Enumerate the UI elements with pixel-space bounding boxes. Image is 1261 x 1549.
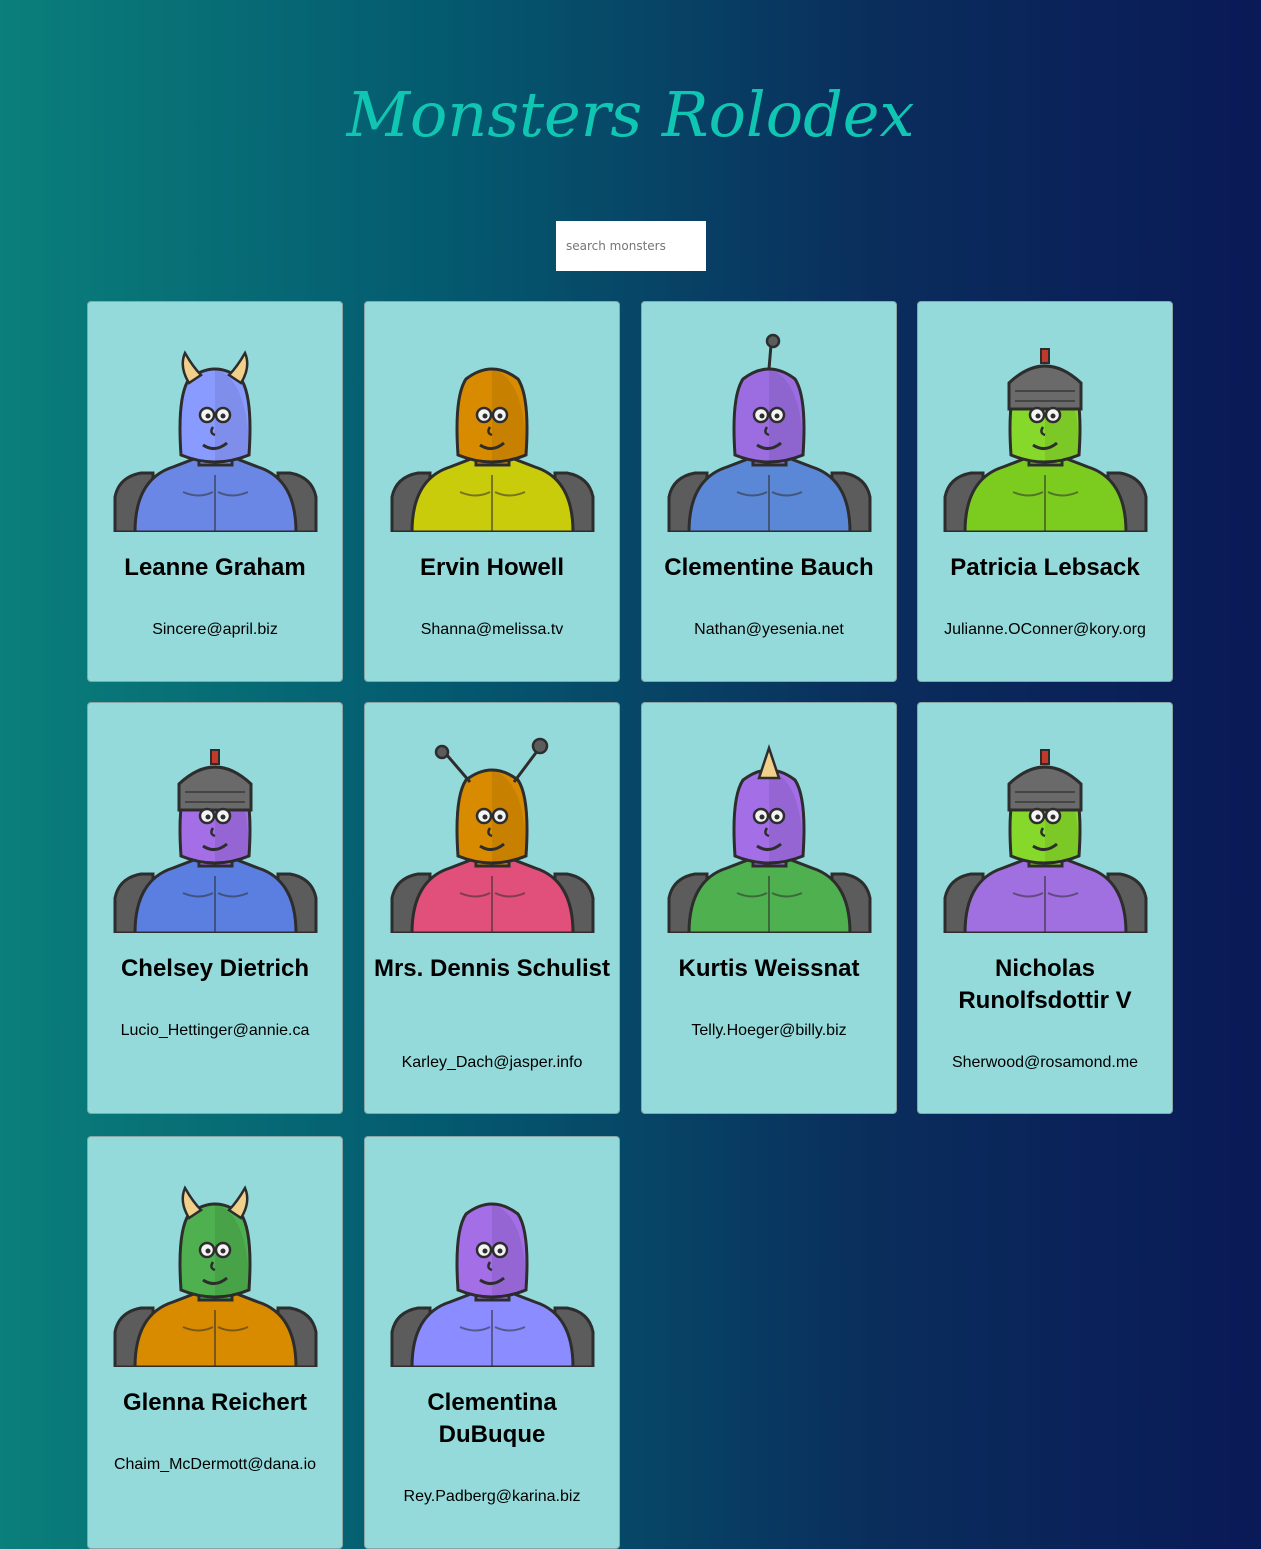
monster-name: Nicholas Runolfsdottir V <box>958 955 1132 1014</box>
monster-card: Nicholas Runolfsdottir V Sherwood@rosamon… <box>917 702 1173 1114</box>
search-input[interactable] <box>556 221 706 271</box>
monster-avatar <box>667 744 872 933</box>
monster-card: Kurtis Weissnat Telly.Hoeger@billy.biz <box>641 702 897 1114</box>
monster-name: Leanne Graham <box>124 554 306 581</box>
monster-email: Sherwood@rosamond.me <box>951 1054 1139 1071</box>
monster-avatar <box>667 333 872 532</box>
monster-card: Clementina DuBuque Rey.Padberg@karina.biz <box>364 1136 620 1549</box>
monster-card: Leanne Graham Sincere@april.biz <box>87 301 343 682</box>
monster-email: Rey.Padberg@karina.biz <box>403 1488 581 1505</box>
monster-avatar <box>390 737 595 933</box>
monster-avatar <box>943 348 1148 532</box>
monster-avatar <box>390 367 595 532</box>
monster-email: Telly.Hoeger@billy.biz <box>691 1022 847 1039</box>
monster-avatar <box>113 749 318 933</box>
monster-name: Mrs. Dennis Schulist <box>373 955 611 982</box>
monster-email: Sincere@april.biz <box>152 621 278 638</box>
monster-card: Patricia Lebsack Julianne.OConner@kory.or… <box>917 301 1173 682</box>
monster-email: Karley_Dach@jasper.info <box>401 1054 583 1071</box>
monster-email: Shanna@melissa.tv <box>420 621 564 638</box>
monster-name: Glenna Reichert <box>122 1389 308 1416</box>
monster-card: Ervin Howell Shanna@melissa.tv <box>364 301 620 682</box>
monster-name: Ervin Howell <box>419 554 565 581</box>
monster-email: Julianne.OConner@kory.org <box>944 621 1146 638</box>
monster-name: Clementina DuBuque <box>427 1389 557 1448</box>
monster-card: Chelsey Dietrich Lucio_Hettinger@annie.ca <box>87 702 343 1114</box>
page-title: Monsters Rolodex <box>346 78 915 151</box>
monster-card: Clementine Bauch Nathan@yesenia.net <box>641 301 897 682</box>
monster-name: Clementine Bauch <box>664 554 874 581</box>
monster-name: Chelsey Dietrich <box>120 955 310 982</box>
monster-email: Lucio_Hettinger@annie.ca <box>120 1022 310 1039</box>
monster-avatar <box>943 749 1148 933</box>
monster-avatar <box>113 350 318 532</box>
monster-name: Patricia Lebsack <box>950 554 1140 581</box>
monster-name: Kurtis Weissnat <box>678 955 860 982</box>
monster-card: Glenna Reichert Chaim_McDermott@dana.io <box>87 1136 343 1549</box>
monster-avatar <box>113 1185 318 1367</box>
monster-avatar <box>390 1202 595 1367</box>
monster-email: Nathan@yesenia.net <box>694 621 844 638</box>
monster-card: Mrs. Dennis Schulist Karley_Dach@jasper.i… <box>364 702 620 1114</box>
monster-email: Chaim_McDermott@dana.io <box>113 1456 317 1473</box>
